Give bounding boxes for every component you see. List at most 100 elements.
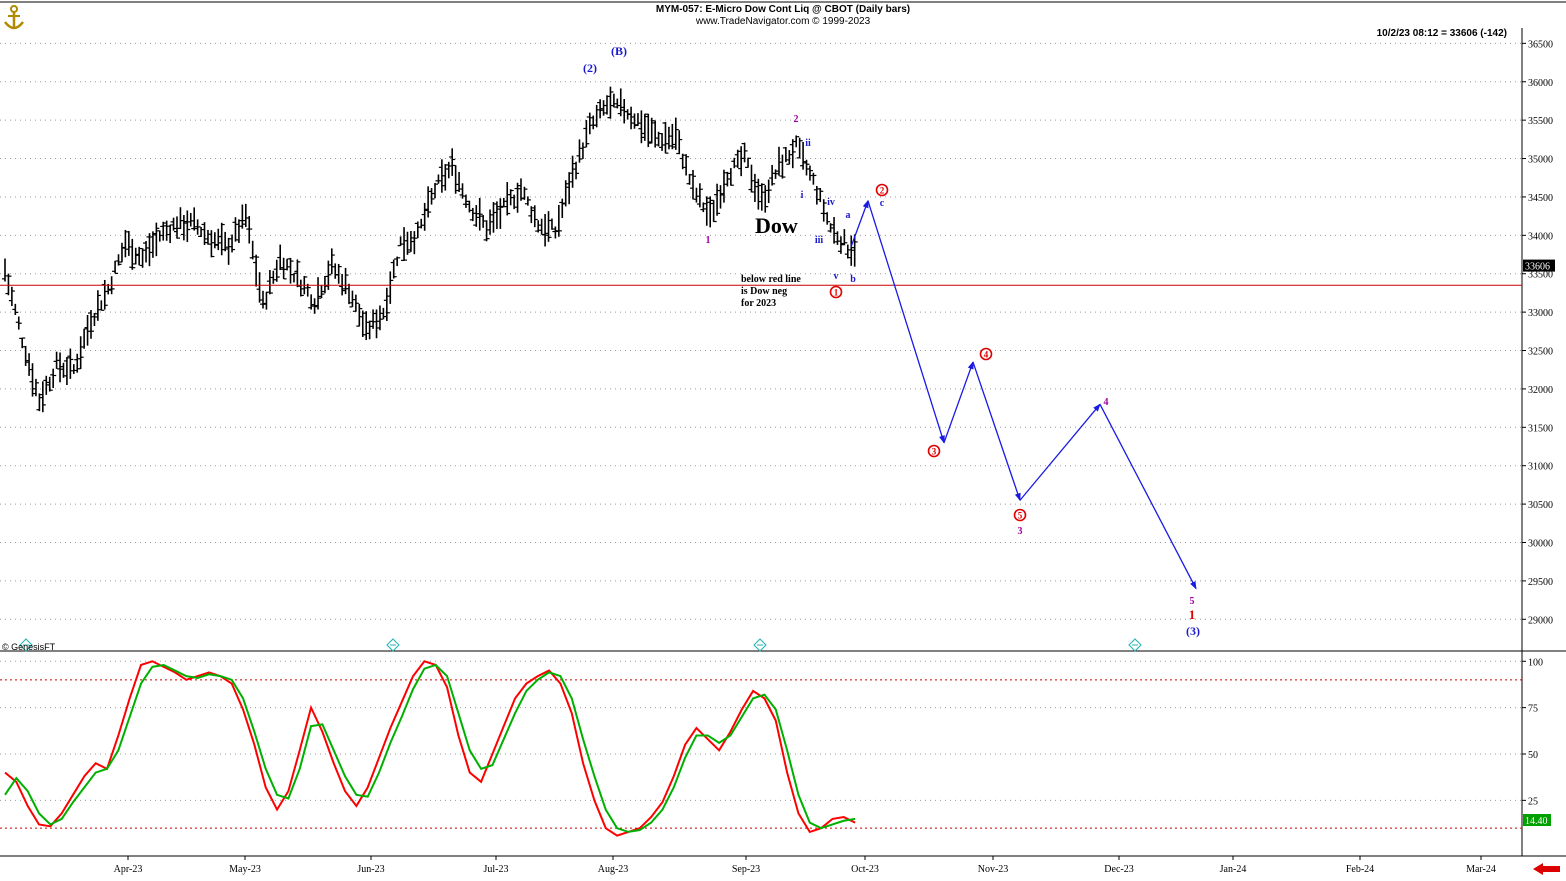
wave-label: 5 — [1190, 596, 1195, 607]
ohlc-bar — [741, 142, 748, 163]
ohlc-bar — [662, 121, 669, 154]
ohlc-bar — [796, 137, 803, 159]
osc-tick-label: 25 — [1528, 796, 1538, 807]
ohlc-bar — [118, 242, 125, 263]
x-tick-label: Mar-24 — [1466, 864, 1496, 875]
ohlc-bar — [442, 164, 449, 191]
ohlc-bar — [573, 161, 580, 180]
ohlc-bar — [2, 258, 8, 282]
ohlc-bar — [94, 290, 101, 321]
ohlc-bar — [524, 196, 531, 206]
ohlc-bar — [421, 202, 428, 231]
ohlc-bar — [628, 106, 635, 130]
price-tick-label: 36000 — [1528, 78, 1553, 89]
ohlc-bar — [39, 381, 46, 413]
wave-label: 2 — [794, 114, 799, 125]
ohlc-bar — [297, 279, 304, 297]
ohlc-bar — [579, 142, 586, 159]
ohlc-bar — [146, 233, 153, 267]
ohlc-bar — [555, 204, 562, 237]
wave-circle-number: 2 — [880, 186, 885, 196]
wave-label: b — [850, 274, 856, 285]
ohlc-bar — [187, 212, 194, 227]
ohlc-bar — [98, 300, 105, 311]
wave-label: iii — [815, 235, 824, 246]
ohlc-bar — [229, 234, 236, 253]
copyright-label: © GenesisFT — [2, 642, 56, 652]
ohlc-bar — [363, 311, 370, 341]
wave-label: a — [846, 210, 851, 221]
ohlc-bar — [225, 237, 232, 265]
wave-circle-number: 1 — [834, 288, 839, 298]
ohlc-bar — [679, 153, 686, 170]
ohlc-bar — [714, 183, 721, 216]
ohlc-bar — [321, 275, 328, 294]
ohlc-bar — [273, 259, 280, 282]
ohlc-bar — [112, 260, 119, 274]
ohlc-bar — [122, 229, 129, 258]
ohlc-bar — [125, 230, 132, 256]
ohlc-bar — [129, 238, 136, 270]
ohlc-bar — [758, 183, 765, 211]
osc-tick-label: 100 — [1528, 657, 1543, 668]
ohlc-bar — [810, 172, 817, 185]
ohlc-bar — [246, 216, 253, 244]
ohlc-bar — [198, 227, 205, 237]
ohlc-bar — [74, 353, 81, 373]
ohlc-bar — [631, 113, 638, 129]
ohlc-bar — [304, 283, 311, 297]
ohlc-bar — [607, 86, 614, 119]
ohlc-bar — [806, 165, 813, 181]
ohlc-bar — [569, 155, 576, 188]
ohlc-bar — [566, 172, 573, 205]
osc-tick-label: 50 — [1528, 750, 1538, 761]
ohlc-bar — [174, 216, 180, 239]
ohlc-bar — [139, 248, 146, 268]
ohlc-bar — [46, 376, 53, 392]
ohlc-bar — [418, 218, 425, 229]
ohlc-bar — [676, 130, 683, 155]
ohlc-bar — [359, 310, 366, 337]
wave-circle-number: 3 — [932, 447, 937, 457]
ohlc-bar — [390, 259, 397, 279]
ohlc-bar — [456, 171, 463, 192]
ohlc-bar — [762, 185, 769, 213]
ohlc-bar — [731, 157, 738, 169]
ohlc-bar — [60, 362, 67, 378]
ohlc-bar — [604, 95, 610, 115]
ohlc-bar — [693, 187, 700, 203]
ohlc-bar — [686, 173, 693, 185]
ohlc-bar — [483, 220, 490, 242]
wave-label: i — [801, 190, 804, 201]
ohlc-bar — [590, 115, 597, 130]
ohlc-bar — [500, 197, 507, 208]
ohlc-bar — [683, 154, 690, 176]
ohlc-bar — [170, 217, 177, 231]
ohlc-bar — [290, 272, 297, 283]
note-line: is Dow neg — [741, 286, 787, 297]
ohlc-bar — [466, 200, 473, 213]
ohlc-bar — [84, 314, 91, 346]
ohlc-bar — [552, 226, 559, 239]
ohlc-bar — [844, 244, 851, 259]
wave-label: (3) — [1186, 624, 1200, 638]
ohlc-bar — [180, 215, 187, 241]
ohlc-bar — [727, 168, 734, 186]
note-line: below red line — [741, 274, 801, 285]
ohlc-bar — [518, 178, 524, 201]
wave-label: v — [834, 271, 839, 282]
ohlc-bar — [287, 257, 294, 284]
ohlc-bar — [411, 231, 418, 255]
price-tick-label: 32500 — [1528, 347, 1553, 358]
ohlc-bar — [91, 312, 98, 327]
ohlc-bar — [545, 211, 552, 242]
ohlc-bar — [497, 198, 504, 229]
circled-wave-label: 2 — [875, 183, 889, 197]
ohlc-bar — [339, 273, 346, 296]
ohlc-bar — [535, 220, 542, 233]
ohlc-bar — [328, 248, 335, 275]
ohlc-bar — [634, 113, 641, 127]
ohlc-bar — [352, 294, 359, 312]
ohlc-bar — [5, 273, 12, 296]
ohlc-bar — [789, 139, 796, 169]
